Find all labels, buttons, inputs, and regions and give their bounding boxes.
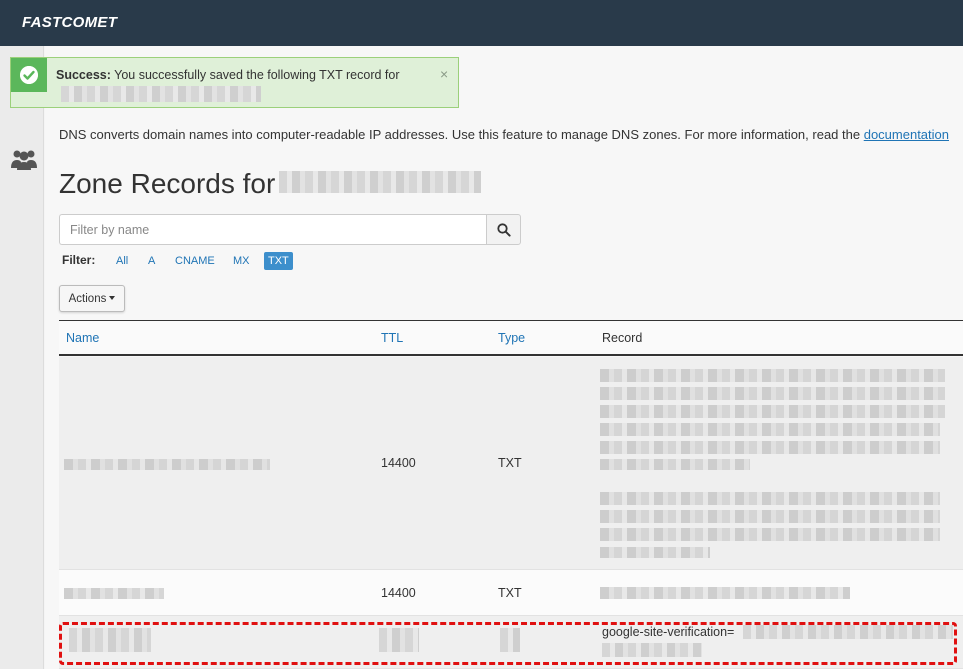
success-alert: Success: You successfully saved the foll… — [10, 57, 459, 108]
checkmark-circle-icon — [20, 66, 38, 84]
filter-search-input[interactable] — [59, 214, 487, 245]
redacted-name — [64, 459, 270, 470]
users-icon[interactable] — [9, 148, 39, 170]
redacted-record-line — [600, 528, 940, 541]
close-icon[interactable]: × — [440, 66, 448, 82]
column-type[interactable]: Type — [498, 331, 525, 345]
redacted-record-line — [600, 441, 940, 454]
filter-label: Filter: — [62, 253, 96, 267]
row-ttl: 14400 — [381, 456, 416, 470]
actions-dropdown-button[interactable]: Actions — [59, 285, 125, 312]
redacted-verification-code — [743, 625, 953, 639]
redacted-record — [600, 587, 850, 599]
actions-label: Actions — [68, 292, 107, 305]
filter-cname[interactable]: CNAME — [175, 252, 215, 270]
redacted-ttl — [379, 628, 419, 652]
redacted-record-line — [600, 459, 750, 470]
filter-txt[interactable]: TXT — [264, 252, 293, 270]
table-row: 14400 TXT — [59, 357, 963, 570]
redacted-record-line — [600, 405, 945, 418]
filter-all[interactable]: All — [116, 252, 128, 270]
redacted-record-line — [600, 547, 710, 558]
row-record: google-site-verification= — [602, 625, 735, 639]
description-text: DNS converts domain names into computer-… — [59, 127, 864, 142]
alert-message: Success: You successfully saved the foll… — [56, 68, 400, 82]
dns-description: DNS converts domain names into computer-… — [59, 127, 949, 142]
page-title: Zone Records for — [59, 168, 276, 199]
left-sidebar — [0, 46, 44, 669]
top-navbar: FASTCOMET — [0, 0, 963, 46]
brand-logo[interactable]: FASTCOMET — [22, 14, 117, 31]
caret-down-icon — [109, 296, 116, 301]
redacted-record-line — [600, 387, 945, 400]
redacted-record-line — [600, 369, 945, 382]
table-row: 14400 TXT — [59, 570, 963, 616]
redacted-name — [64, 588, 164, 599]
documentation-link[interactable]: documentation — [864, 127, 949, 142]
redacted-record-line — [600, 510, 940, 523]
row-type: TXT — [498, 586, 522, 600]
redacted-zone-name — [279, 171, 481, 193]
row-type: TXT — [498, 456, 522, 470]
redacted-record-line — [600, 492, 940, 505]
table-row: google-site-verification= — [59, 616, 963, 669]
table-header: Name TTL Type Record — [59, 320, 963, 356]
row-ttl: 14400 — [381, 586, 416, 600]
redacted-domain — [61, 86, 261, 102]
redacted-name — [69, 628, 151, 652]
search-icon — [497, 223, 511, 237]
column-name[interactable]: Name — [66, 331, 99, 345]
filter-a[interactable]: A — [148, 252, 155, 270]
redacted-record-line — [600, 423, 940, 436]
column-record: Record — [602, 331, 643, 345]
alert-icon-box — [11, 58, 47, 92]
alert-strong: Success: — [56, 68, 111, 82]
filter-mx[interactable]: MX — [233, 252, 250, 270]
redacted-verification-code — [602, 643, 702, 657]
alert-body: You successfully saved the following TXT… — [114, 68, 400, 82]
column-ttl[interactable]: TTL — [381, 331, 403, 345]
redacted-type — [500, 628, 520, 652]
search-button[interactable] — [486, 214, 521, 245]
